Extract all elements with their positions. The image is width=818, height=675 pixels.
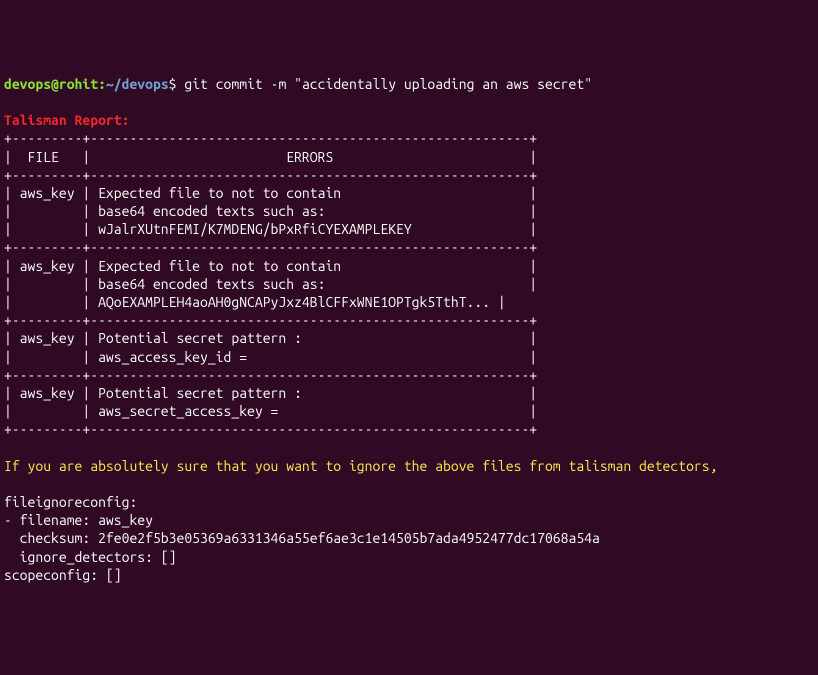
table-row: +---------+-----------------------------… xyxy=(4,239,537,255)
table-row: | | base64 encoded texts such as: | xyxy=(4,203,537,219)
prompt-separator: : xyxy=(98,76,106,92)
report-header: Talisman Report: xyxy=(4,112,129,128)
config-line: scopeconfig: [] xyxy=(4,567,122,583)
table-row: | aws_key | Potential secret pattern : | xyxy=(4,385,537,401)
table-row: | FILE | ERRORS | xyxy=(4,149,537,165)
table-row: | aws_key | Potential secret pattern : | xyxy=(4,330,537,346)
table-row: +---------+-----------------------------… xyxy=(4,130,537,146)
table-row: | | aws_secret_access_key = | xyxy=(4,403,537,419)
config-line: ignore_detectors: [] xyxy=(4,549,176,565)
table-row: | | AQoEXAMPLEH4aoAH0gNCAPyJxz4BlCFFxWNE… xyxy=(4,294,506,310)
terminal-output: devops@rohit:~/devops$ git commit -m "ac… xyxy=(4,75,814,584)
table-row: | aws_key | Expected file to not to cont… xyxy=(4,185,537,201)
table-row: | | base64 encoded texts such as: | xyxy=(4,276,537,292)
prompt-dollar: $ xyxy=(169,76,185,92)
table-row: | aws_key | Expected file to not to cont… xyxy=(4,258,537,274)
table-row: | | aws_access_key_id = | xyxy=(4,349,537,365)
table-row: +---------+-----------------------------… xyxy=(4,312,537,328)
table-row: | | wJalrXUtnFEMI/K7MDENG/bPxRfiCYEXAMPL… xyxy=(4,221,537,237)
table-row: +---------+-----------------------------… xyxy=(4,421,537,437)
table-row: +---------+-----------------------------… xyxy=(4,367,537,383)
command-text: git commit -m "accidentally uploading an… xyxy=(184,76,592,92)
config-line: checksum: 2fe0e2f5b3e05369a6331346a55ef6… xyxy=(4,530,600,546)
config-line: fileignoreconfig: xyxy=(4,494,137,510)
warning-text: If you are absolutely sure that you want… xyxy=(4,458,717,474)
table-row: +---------+-----------------------------… xyxy=(4,167,537,183)
prompt-path: ~/devops xyxy=(106,76,169,92)
prompt-user-host: devops@rohit xyxy=(4,76,98,92)
